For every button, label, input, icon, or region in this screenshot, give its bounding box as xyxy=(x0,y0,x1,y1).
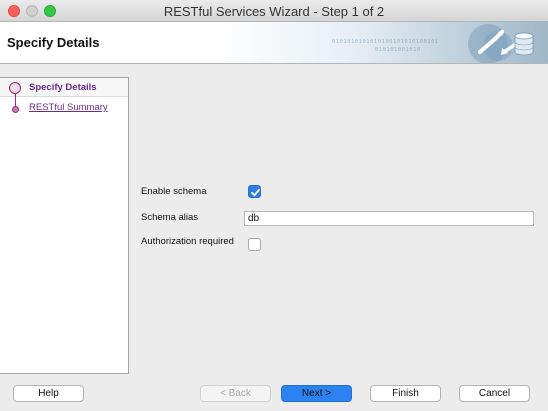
wizard-header: Specify Details 010101010101010010101010… xyxy=(0,22,548,64)
schema-alias-input[interactable]: db xyxy=(244,211,534,226)
header-binary-decoration: 0101010101010100101010100101 xyxy=(332,39,439,45)
header-binary-decoration-2: 010101001010 xyxy=(375,47,421,53)
help-button[interactable]: Help xyxy=(13,385,84,402)
current-step-node-icon xyxy=(9,82,21,94)
wizard-globe-database-icon xyxy=(468,24,534,63)
finish-button[interactable]: Finish xyxy=(370,385,441,402)
step-restful-summary[interactable]: RESTful Summary xyxy=(0,98,128,117)
step-label: Specify Details xyxy=(29,82,97,93)
enable-schema-checkbox[interactable] xyxy=(248,185,261,198)
page-title: Specify Details xyxy=(7,35,100,50)
checkmark-icon xyxy=(251,188,260,197)
authorization-required-label: Authorization required xyxy=(141,236,234,247)
cancel-button[interactable]: Cancel xyxy=(459,385,530,402)
schema-alias-label: Schema alias xyxy=(141,212,199,223)
wizard-steps-sidebar: Specify Details RESTful Summary xyxy=(0,77,129,374)
step-node-icon xyxy=(12,106,19,113)
authorization-required-checkbox[interactable] xyxy=(248,238,261,251)
back-button[interactable]: < Back xyxy=(200,385,271,402)
step-label[interactable]: RESTful Summary xyxy=(29,102,108,113)
window-title: RESTful Services Wizard - Step 1 of 2 xyxy=(163,4,385,19)
title-bar: RESTful Services Wizard - Step 1 of 2 xyxy=(0,0,548,22)
step-specify-details[interactable]: Specify Details xyxy=(0,78,128,108)
next-button[interactable]: Next > xyxy=(281,385,352,402)
enable-schema-label: Enable schema xyxy=(141,186,207,197)
